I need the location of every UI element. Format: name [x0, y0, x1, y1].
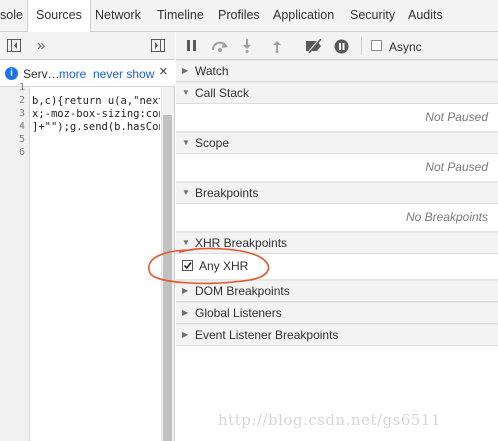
toolbar-divider — [361, 37, 362, 55]
debugger-toolbar: Async — [176, 32, 498, 60]
collapse-triangle-icon: ▼ — [182, 138, 190, 147]
breakpoints-body: No Breakpoints — [176, 204, 498, 232]
breakpoints-section-header[interactable]: ▼ Breakpoints — [176, 182, 498, 204]
expand-triangle-icon: ▶ — [182, 330, 189, 339]
tab-application[interactable]: Application — [273, 0, 334, 31]
event-listener-breakpoints-section-header[interactable]: ▶ Event Listener Breakpoints — [176, 324, 498, 346]
expand-triangle-icon: ▶ — [182, 308, 189, 317]
async-label: Async — [389, 40, 422, 54]
status-text: No Breakpoints — [405, 210, 488, 224]
line-number[interactable]: 5 — [19, 134, 25, 145]
section-label: Global Listeners — [195, 306, 282, 320]
tab-timeline[interactable]: Timeline — [157, 0, 204, 31]
status-text: Not Paused — [425, 110, 488, 124]
step-into-icon[interactable] — [242, 39, 252, 56]
deactivate-breakpoints-icon[interactable] — [305, 38, 323, 56]
line-number[interactable]: 6 — [19, 147, 25, 158]
info-bar: i Serv… more never show × — [0, 60, 175, 87]
section-label: Event Listener Breakpoints — [195, 328, 339, 342]
tab-console[interactable]: sole — [0, 0, 23, 31]
toggle-debugger-icon[interactable] — [151, 39, 165, 55]
info-never-show-link[interactable]: never show — [93, 67, 154, 81]
section-label: Watch — [195, 64, 229, 78]
toggle-navigator-icon[interactable] — [7, 39, 21, 55]
tab-network[interactable]: Network — [95, 0, 141, 31]
tab-profiles[interactable]: Profiles — [218, 0, 260, 31]
global-listeners-section-header[interactable]: ▶ Global Listeners — [176, 302, 498, 324]
panel-tab-bar: sole Sources Network Timeline Profiles A… — [0, 0, 498, 32]
status-text: Not Paused — [425, 160, 488, 174]
annotation-circle — [148, 247, 270, 285]
more-tabs-icon[interactable]: » — [37, 37, 45, 54]
info-icon: i — [5, 67, 18, 80]
editor-toolbar: » — [0, 32, 175, 60]
code-line: b,c){return u(a,"next" — [32, 95, 160, 107]
scope-body: Not Paused — [176, 154, 498, 182]
watch-section-header[interactable]: ▶ Watch — [176, 60, 498, 82]
section-label: Call Stack — [195, 86, 250, 100]
line-number[interactable]: 2 — [19, 95, 25, 106]
line-number-gutter: 1 2 3 4 5 6 — [0, 82, 30, 441]
info-text: Serv… — [23, 67, 60, 81]
line-number[interactable]: 1 — [19, 82, 25, 93]
line-number[interactable]: 3 — [19, 108, 25, 119]
section-label: Scope — [195, 136, 230, 150]
pause-on-exceptions-icon[interactable] — [334, 39, 349, 57]
step-out-icon[interactable] — [272, 39, 282, 56]
async-checkbox[interactable] — [371, 40, 382, 51]
call-stack-section-header[interactable]: ▼ Call Stack — [176, 82, 498, 104]
line-number[interactable]: 4 — [19, 121, 25, 132]
tab-security[interactable]: Security — [350, 0, 395, 31]
scope-section-header[interactable]: ▼ Scope — [176, 132, 498, 154]
call-stack-body: Not Paused — [176, 104, 498, 132]
code-line: ]+"");g.send(b.hasCont — [32, 121, 160, 133]
code-line: x;-moz-box-sizing:cont — [32, 108, 160, 120]
collapse-triangle-icon: ▼ — [182, 88, 190, 97]
step-over-icon[interactable] — [211, 40, 229, 55]
expand-triangle-icon: ▶ — [182, 66, 189, 75]
watermark-text: http://blog.csdn.net/gs6511 — [218, 411, 442, 429]
section-label: Breakpoints — [195, 186, 259, 200]
tab-sources[interactable]: Sources — [27, 0, 91, 32]
tab-audits[interactable]: Audits — [408, 0, 443, 31]
collapse-triangle-icon: ▼ — [182, 188, 190, 197]
info-more-link[interactable]: more — [59, 67, 86, 81]
pause-icon[interactable] — [187, 40, 197, 54]
close-icon[interactable]: × — [159, 63, 168, 80]
